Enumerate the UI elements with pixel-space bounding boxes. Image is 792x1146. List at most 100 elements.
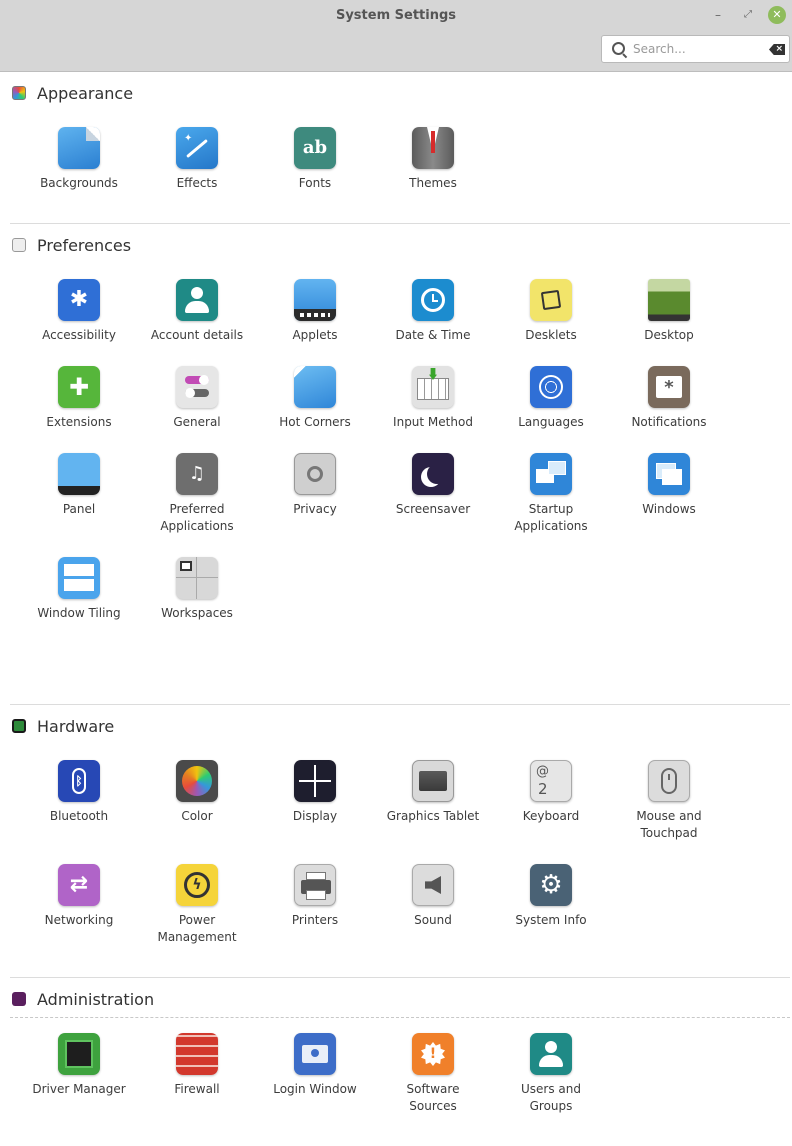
- applets-icon: [294, 279, 336, 321]
- item-label: Desklets: [525, 328, 577, 342]
- settings-item-color[interactable]: Color: [138, 760, 256, 825]
- search-input[interactable]: [633, 39, 761, 59]
- speaker-icon: [412, 864, 454, 906]
- item-label: Date & Time: [395, 328, 471, 342]
- settings-item-windows[interactable]: Windows: [610, 453, 728, 518]
- fonts-icon: ab: [294, 127, 336, 169]
- settings-item-graphics-tablet[interactable]: Graphics Tablet: [374, 760, 492, 825]
- item-label: Bluetooth: [49, 809, 109, 823]
- login-window-icon: [294, 1033, 336, 1075]
- item-label: Keyboard: [522, 809, 580, 823]
- hot-corners-icon: [294, 366, 336, 408]
- settings-item-bluetooth[interactable]: ᛒ Bluetooth: [20, 760, 138, 825]
- title-bar: System Settings – ⤢ ✕ ×: [0, 0, 792, 72]
- settings-item-accessibility[interactable]: ✱ Accessibility: [20, 279, 138, 344]
- item-label: Networking: [44, 913, 114, 927]
- settings-item-system-info[interactable]: ⚙ System Info: [492, 864, 610, 929]
- item-label: Color: [181, 809, 213, 823]
- fonts-glyph: ab: [302, 137, 328, 158]
- themes-icon: [412, 127, 454, 169]
- item-label: Applets: [292, 328, 338, 342]
- item-label: Workspaces: [161, 606, 233, 620]
- item-label: Effects: [176, 176, 218, 190]
- item-label: Themes: [409, 176, 457, 190]
- item-label: Printers: [291, 913, 339, 927]
- settings-item-input-method[interactable]: Input Method: [374, 366, 492, 431]
- settings-item-display[interactable]: Display: [256, 760, 374, 825]
- search-icon: [612, 42, 625, 55]
- item-label: Firewall: [174, 1082, 220, 1096]
- item-label: Graphics Tablet: [386, 809, 480, 823]
- settings-item-startup-applications[interactable]: Startup Applications: [492, 453, 610, 535]
- maximize-button[interactable]: ⤢: [738, 5, 758, 25]
- settings-item-applets[interactable]: Applets: [256, 279, 374, 344]
- item-label: Languages: [518, 415, 584, 429]
- minimize-button[interactable]: –: [708, 5, 728, 25]
- section-title: Administration: [37, 989, 155, 1009]
- notification-glyph: *: [656, 376, 682, 398]
- settings-item-networking[interactable]: ⇄ Networking: [20, 864, 138, 929]
- account-details-icon: [176, 279, 218, 321]
- settings-item-preferred-applications[interactable]: ♫ Preferred Applications: [138, 453, 256, 535]
- display-icon: [294, 760, 336, 802]
- section-divider: [10, 223, 790, 224]
- clear-search-icon[interactable]: ×: [769, 44, 785, 55]
- section-hardware-header: Hardware: [12, 714, 114, 738]
- section-appearance-header: Appearance: [12, 81, 133, 105]
- settings-item-window-tiling[interactable]: Window Tiling: [20, 557, 138, 622]
- settings-item-privacy[interactable]: Privacy: [256, 453, 374, 518]
- hardware-section-icon: [12, 719, 26, 733]
- settings-item-desktop[interactable]: Desktop: [610, 279, 728, 344]
- clock-icon: [412, 279, 454, 321]
- settings-item-software-sources[interactable]: ! Software Sources: [374, 1033, 492, 1115]
- item-label: Mouse and Touchpad: [636, 809, 702, 840]
- settings-item-workspaces[interactable]: Workspaces: [138, 557, 256, 622]
- settings-item-login-window[interactable]: Login Window: [256, 1033, 374, 1098]
- power-icon: ϟ: [176, 864, 218, 906]
- settings-item-driver-manager[interactable]: Driver Manager: [20, 1033, 138, 1098]
- settings-item-general[interactable]: General: [138, 366, 256, 431]
- settings-item-keyboard[interactable]: @ 2 Keyboard: [492, 760, 610, 825]
- item-label: Startup Applications: [514, 502, 588, 533]
- settings-item-mouse-and-touchpad[interactable]: Mouse and Touchpad: [610, 760, 728, 842]
- item-label: Users and Groups: [521, 1082, 581, 1113]
- panel-icon: [58, 453, 100, 495]
- close-button[interactable]: ✕: [768, 6, 786, 24]
- effects-icon: ✦: [176, 127, 218, 169]
- settings-item-desklets[interactable]: Desklets: [492, 279, 610, 344]
- keyboard-at-glyph: @: [536, 764, 549, 779]
- settings-item-notifications[interactable]: * Notifications: [610, 366, 728, 431]
- startup-icon: [530, 453, 572, 495]
- bluetooth-icon: ᛒ: [58, 760, 100, 802]
- mouse-icon: [648, 760, 690, 802]
- settings-item-date-time[interactable]: Date & Time: [374, 279, 492, 344]
- settings-item-languages[interactable]: Languages: [492, 366, 610, 431]
- settings-item-panel[interactable]: Panel: [20, 453, 138, 518]
- settings-item-effects[interactable]: ✦ Effects: [138, 127, 256, 192]
- settings-item-extensions[interactable]: ✚ Extensions: [20, 366, 138, 431]
- settings-item-users-and-groups[interactable]: Users and Groups: [492, 1033, 610, 1115]
- item-label: Software Sources: [406, 1082, 460, 1113]
- settings-item-themes[interactable]: Themes: [374, 127, 492, 192]
- settings-item-screensaver[interactable]: Screensaver: [374, 453, 492, 518]
- settings-item-fonts[interactable]: ab Fonts: [256, 127, 374, 192]
- settings-item-firewall[interactable]: Firewall: [138, 1033, 256, 1098]
- item-label: Backgrounds: [40, 176, 118, 190]
- settings-item-sound[interactable]: Sound: [374, 864, 492, 929]
- keyboard-input-icon: [412, 366, 454, 408]
- settings-item-printers[interactable]: Printers: [256, 864, 374, 929]
- settings-item-hot-corners[interactable]: Hot Corners: [256, 366, 374, 431]
- item-label: Input Method: [393, 415, 473, 429]
- safe-icon: [294, 453, 336, 495]
- preferred-apps-icon: ♫: [176, 453, 218, 495]
- item-label: General: [173, 415, 221, 429]
- search-box[interactable]: ×: [601, 35, 790, 63]
- settings-item-account-details[interactable]: Account details: [138, 279, 256, 344]
- notification-icon: *: [648, 366, 690, 408]
- window-tiling-icon: [58, 557, 100, 599]
- moon-icon: [412, 453, 454, 495]
- globe-icon: [530, 366, 572, 408]
- settings-item-power-management[interactable]: ϟ Power Management: [138, 864, 256, 946]
- section-title: Appearance: [37, 83, 134, 103]
- settings-item-backgrounds[interactable]: Backgrounds: [20, 127, 138, 192]
